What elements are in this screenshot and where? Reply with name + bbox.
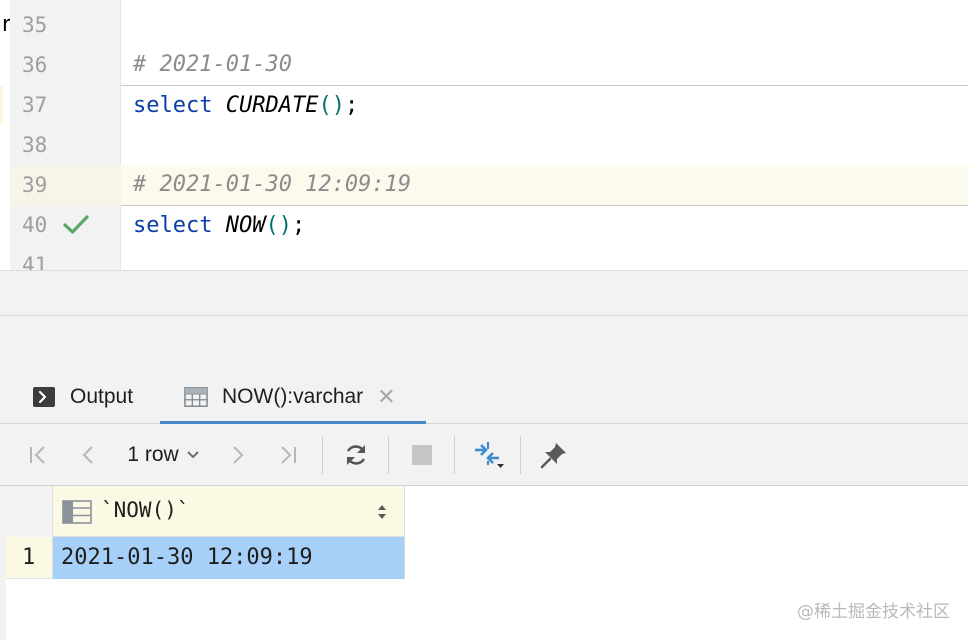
result-toolbar: 1 row xyxy=(0,424,968,486)
reload-button[interactable] xyxy=(334,424,378,486)
gutter-footer xyxy=(10,271,121,315)
code-token: ; xyxy=(344,93,359,118)
table-icon xyxy=(184,387,208,407)
gutter-line: 35 xyxy=(10,5,121,45)
toolbar-divider xyxy=(454,436,455,474)
code-line[interactable] xyxy=(121,245,968,270)
left-clipped-text: r xyxy=(0,12,10,37)
row-number-label: 1 xyxy=(22,545,36,570)
code-line[interactable]: # 2021-01-30 xyxy=(121,45,968,85)
chevron-right-icon xyxy=(233,446,244,464)
gutter-line: 41 xyxy=(10,245,121,270)
chevron-left-icon xyxy=(82,446,93,464)
code-line[interactable] xyxy=(121,5,968,45)
code-line[interactable] xyxy=(121,125,968,165)
tab-output[interactable]: Output xyxy=(18,370,160,424)
last-page-icon xyxy=(281,446,296,464)
page-size-dropdown[interactable]: 1 row xyxy=(118,424,210,486)
first-page-button[interactable] xyxy=(18,424,58,486)
code-line[interactable]: select CURDATE(); xyxy=(121,86,968,126)
code-line-current[interactable]: # 2021-01-30 12:09:19 xyxy=(121,165,968,205)
toolbar-divider xyxy=(520,436,521,474)
gutter-line: 36 xyxy=(10,45,121,85)
line-number: 41 xyxy=(22,253,48,270)
line-number: 40 xyxy=(22,213,48,237)
sort-icon[interactable] xyxy=(376,502,388,522)
code-token: ; xyxy=(291,213,306,238)
compare-results-button[interactable] xyxy=(466,424,510,486)
panel-splitter[interactable] xyxy=(0,316,968,370)
compare-arrows-icon xyxy=(475,442,504,468)
last-page-button[interactable] xyxy=(268,424,308,486)
tab-result-label: NOW():varchar xyxy=(222,385,364,408)
grid-corner[interactable] xyxy=(6,486,53,537)
line-number: 39 xyxy=(22,173,48,197)
column-header[interactable]: `NOW()` xyxy=(53,486,405,537)
column-header-label: `NOW()` xyxy=(101,498,190,522)
execution-success-check-icon xyxy=(63,215,89,234)
left-caret-marker xyxy=(0,86,3,124)
pin-tab-button[interactable] xyxy=(532,424,576,486)
close-icon[interactable]: ✕ xyxy=(377,386,395,408)
table-cell-selected[interactable]: 2021-01-30 12:09:19 xyxy=(53,537,405,579)
line-number: 36 xyxy=(22,53,48,77)
code-text: select CURDATE(); xyxy=(133,93,358,118)
chevron-down-icon xyxy=(186,451,199,459)
stop-icon xyxy=(412,445,432,465)
console-icon xyxy=(33,387,55,407)
code-text: # 2021-01-30 xyxy=(133,52,292,77)
previous-page-button[interactable] xyxy=(68,424,108,486)
services-tab-bar: Output NOW():varchar ✕ xyxy=(0,370,968,425)
code-token: NOW xyxy=(225,213,266,238)
code-token: select xyxy=(133,93,213,118)
code-token: CURDATE xyxy=(225,93,319,118)
sql-editor[interactable]: r 35 36 37 38 39 40 41 # 2021-01-30 sele… xyxy=(0,0,968,270)
line-number: 37 xyxy=(22,93,48,117)
row-count-label: 1 row xyxy=(127,443,179,466)
code-line[interactable]: select NOW(); xyxy=(121,206,968,246)
editor-horizontal-scrollbar-area[interactable] xyxy=(0,270,968,316)
watermark-text: @稀土掘金技术社区 xyxy=(797,602,950,622)
gutter-line: 37 xyxy=(10,85,121,125)
gutter-line: 40 xyxy=(10,205,121,245)
first-page-icon xyxy=(30,446,45,464)
code-text: select NOW(); xyxy=(133,213,305,238)
cancel-running-button[interactable] xyxy=(400,424,444,486)
gutter-line: 38 xyxy=(10,125,121,165)
column-icon xyxy=(62,500,92,524)
cell-value: 2021-01-30 12:09:19 xyxy=(61,545,313,570)
row-number[interactable]: 1 xyxy=(6,537,53,579)
toolbar-divider xyxy=(322,436,323,474)
code-token: () xyxy=(318,93,345,118)
refresh-icon xyxy=(346,445,366,465)
toolbar-divider xyxy=(388,436,389,474)
gutter-line: 39 xyxy=(10,165,121,205)
tab-result-now[interactable]: NOW():varchar ✕ xyxy=(160,370,426,425)
line-number: 38 xyxy=(22,133,48,157)
code-text: # 2021-01-30 12:09:19 xyxy=(133,172,411,197)
line-number-gutter: 35 36 37 38 39 40 41 xyxy=(10,0,121,270)
next-page-button[interactable] xyxy=(218,424,258,486)
code-token: # 2021-01-30 xyxy=(133,52,292,77)
code-token: # 2021-01-30 12:09:19 xyxy=(133,172,412,197)
tab-output-label: Output xyxy=(70,385,134,408)
line-number: 35 xyxy=(22,13,48,37)
code-token: () xyxy=(265,213,292,238)
pin-icon xyxy=(540,443,566,469)
code-token: select xyxy=(133,213,213,238)
